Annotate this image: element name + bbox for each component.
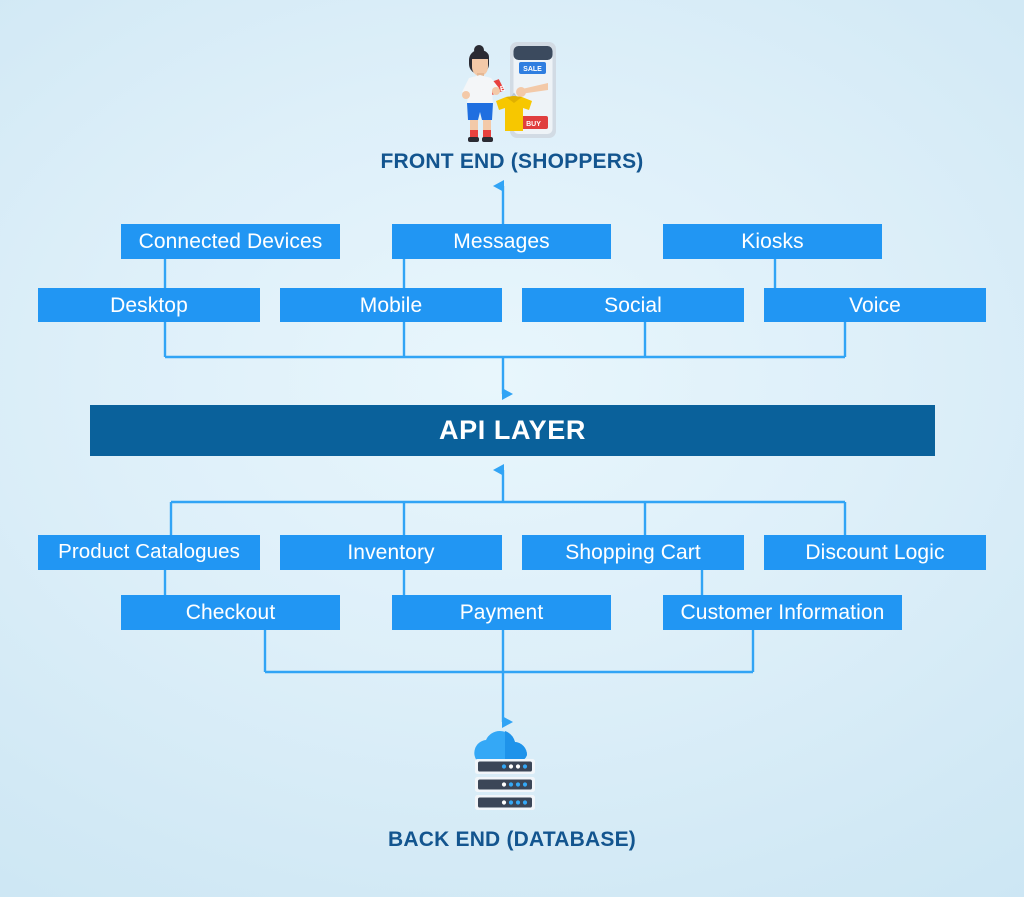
- api-layer-bar[interactable]: API LAYER: [90, 405, 935, 456]
- node-checkout[interactable]: Checkout: [121, 595, 340, 630]
- svg-text:BUY: BUY: [526, 121, 541, 128]
- node-kiosks[interactable]: Kiosks: [663, 224, 882, 259]
- node-social[interactable]: Social: [522, 288, 744, 322]
- node-shopping-cart[interactable]: Shopping Cart: [522, 535, 744, 570]
- node-desktop[interactable]: Desktop: [38, 288, 260, 322]
- svg-text:SALE: SALE: [523, 66, 542, 73]
- back-end-caption: BACK END (DATABASE): [387, 828, 636, 851]
- node-inventory[interactable]: Inventory: [280, 535, 502, 570]
- node-product-catalogues[interactable]: Product Catalogues: [38, 535, 260, 570]
- shopper-with-phone-illustration: SALE BUY SALE: [462, 42, 556, 142]
- node-voice[interactable]: Voice: [764, 288, 986, 322]
- node-customer-information[interactable]: Customer Information: [663, 595, 902, 630]
- node-mobile[interactable]: Mobile: [280, 288, 502, 322]
- diagram-canvas: SALE BUY SALE: [0, 0, 1024, 897]
- front-end-caption: FRONT END (SHOPPERS): [380, 150, 644, 173]
- cloud-database-servers-illustration: [474, 730, 535, 810]
- node-messages[interactable]: Messages: [392, 224, 611, 259]
- node-discount-logic[interactable]: Discount Logic: [764, 535, 986, 570]
- node-payment[interactable]: Payment: [392, 595, 611, 630]
- node-connected-devices[interactable]: Connected Devices: [121, 224, 340, 259]
